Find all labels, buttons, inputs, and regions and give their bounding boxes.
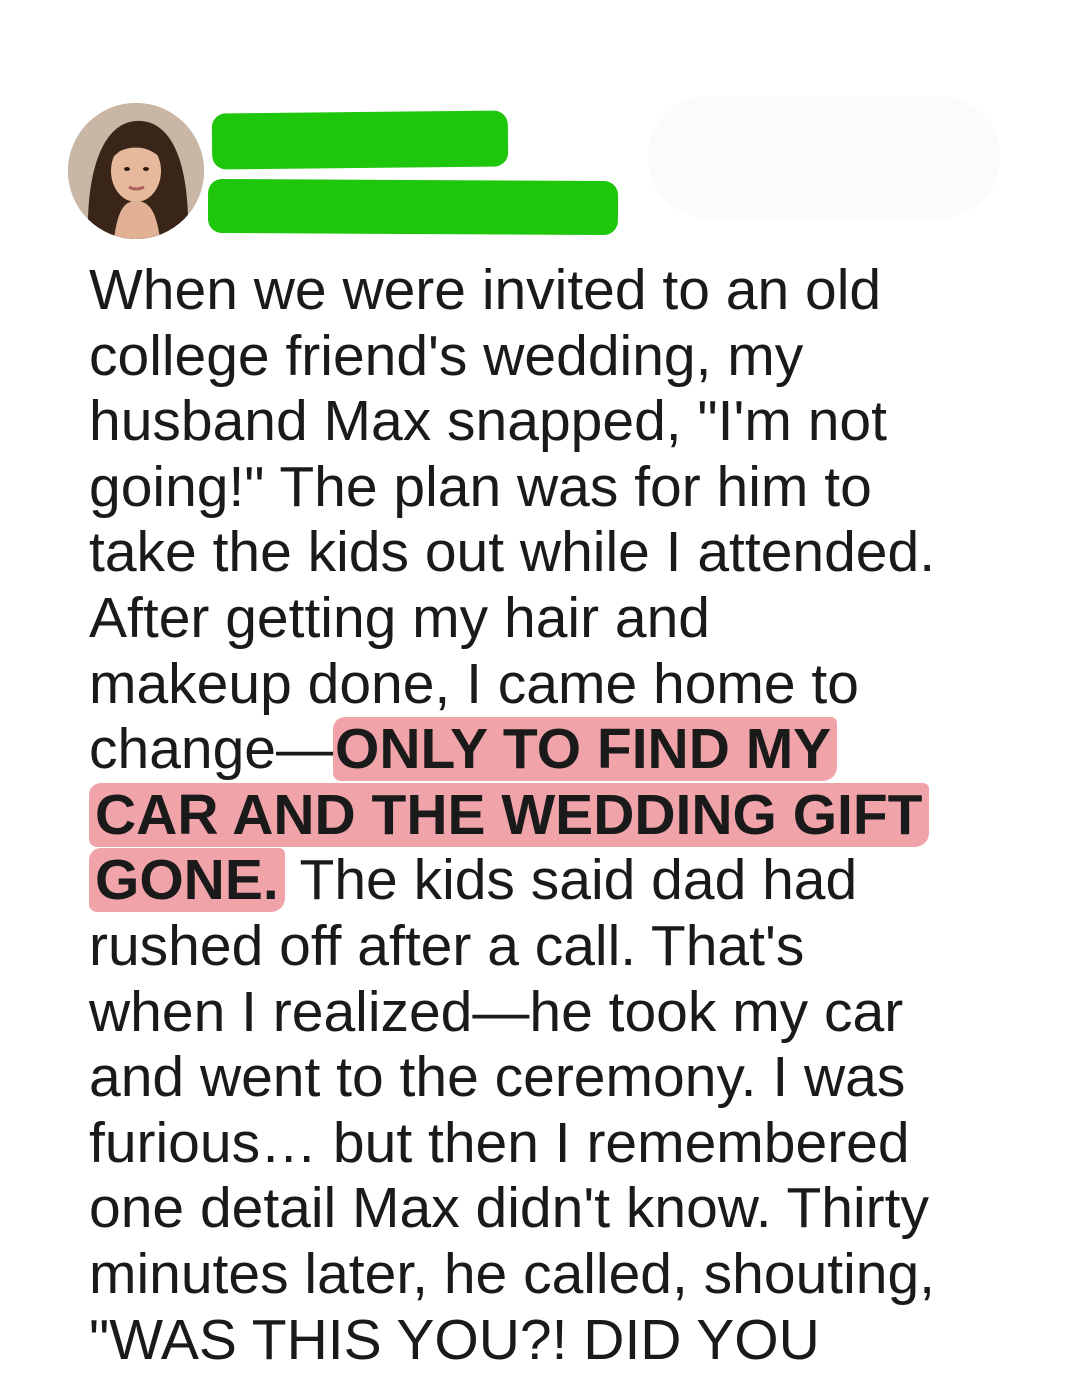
- post-line-with-highlight: CAR AND THE WEDDING GIFT: [89, 783, 1019, 849]
- avatar[interactable]: [68, 103, 204, 239]
- redacted-username: [212, 110, 509, 169]
- highlighted-text: ONLY TO FIND MY: [333, 717, 837, 781]
- post-line: husband Max snapped, "I'm not: [89, 389, 1019, 455]
- avatar-portrait-icon: [68, 103, 204, 239]
- post-text-segment: The kids said dad had: [285, 848, 858, 912]
- post-line: rushed off after a call. That's: [89, 914, 1019, 980]
- post-line: one detail Max didn't know. Thirty: [89, 1176, 1019, 1242]
- post-line: furious… but then I remembered: [89, 1111, 1019, 1177]
- redacted-handle: [208, 179, 618, 235]
- post-line: going!" The plan was for him to: [89, 455, 1019, 521]
- post-line: minutes later, he called, shouting,: [89, 1242, 1019, 1308]
- post-line-with-highlight: change—ONLY TO FIND MY: [89, 717, 1019, 783]
- post-line: and went to the ceremony. I was: [89, 1045, 1019, 1111]
- highlighted-text: CAR AND THE WEDDING GIFT: [89, 783, 929, 847]
- post-line: When we were invited to an old: [89, 258, 1019, 324]
- post-line-with-highlight: GONE. The kids said dad had: [89, 848, 1019, 914]
- post-line: After getting my hair and: [89, 586, 1019, 652]
- post-line: college friend's wedding, my: [89, 324, 1019, 390]
- post-line: "WAS THIS YOU?! DID YOU: [89, 1308, 1019, 1373]
- faded-background-shape: [648, 96, 1000, 218]
- post-line: makeup done, I came home to: [89, 652, 1019, 718]
- post-text: When we were invited to an old college f…: [89, 258, 1019, 1373]
- post-line: take the kids out while I attended.: [89, 520, 1019, 586]
- post-line: when I realized—he took my car: [89, 980, 1019, 1046]
- post-text-segment: change—: [89, 717, 333, 781]
- highlighted-text: GONE.: [89, 848, 285, 912]
